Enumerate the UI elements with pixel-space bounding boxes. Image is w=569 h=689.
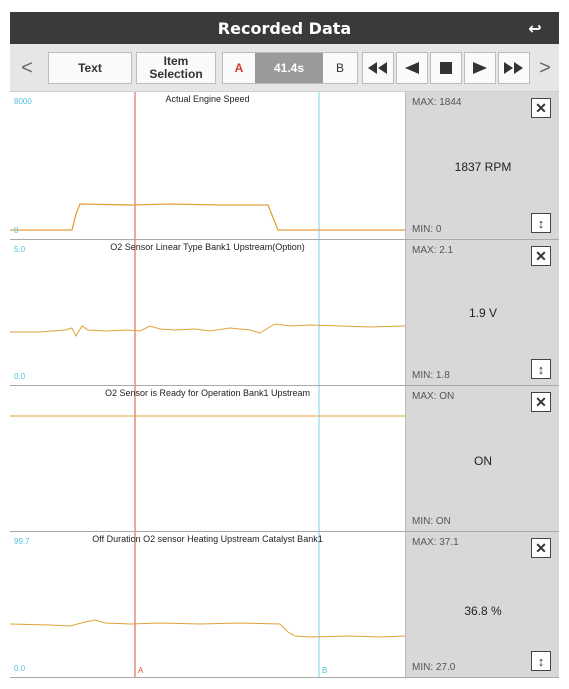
max-value: MAX: 1844 — [412, 97, 462, 108]
current-value: 1837 RPM — [454, 160, 512, 174]
graph-area: 99.7 0.0 Off Duration O2 sensor Heating … — [10, 532, 405, 677]
graph-title: O2 Sensor is Ready for Operation Bank1 U… — [104, 388, 311, 398]
rewind-icon[interactable] — [362, 52, 394, 84]
value-sidebar: MAX: 1844 1837 RPM MIN: 0 ✕ ↕ — [405, 92, 559, 239]
step-back-icon[interactable] — [396, 52, 428, 84]
y-axis-min: 0.0 — [14, 372, 26, 381]
scale-icon[interactable]: ↕ — [531, 213, 551, 233]
engine-speed-graph — [10, 92, 405, 239]
close-icon[interactable]: ✕ — [531, 246, 551, 266]
ab-cursor-control: A 41.4s B — [222, 52, 358, 84]
graph-title: Actual Engine Speed — [165, 94, 250, 104]
graph-area: O2 Sensor is Ready for Operation Bank1 U… — [10, 386, 405, 531]
y-axis-min: 0.0 — [14, 664, 26, 673]
data-panel-engine-speed: 8000 0 Actual Engine Speed MAX: 1844 183… — [10, 92, 559, 240]
data-panel-o2-linear: 5.0 0.0 O2 Sensor Linear Type Bank1 Upst… — [10, 240, 559, 386]
current-value: 36.8 % — [464, 604, 502, 618]
min-value: MIN: ON — [412, 516, 451, 527]
max-value: MAX: 2.1 — [412, 245, 454, 256]
fast-forward-icon[interactable] — [498, 52, 530, 84]
scale-icon[interactable]: ↕ — [531, 651, 551, 671]
cursor-b-label: B — [322, 666, 328, 675]
next-page-button[interactable]: > — [532, 52, 558, 84]
current-value: ON — [474, 454, 492, 468]
play-icon[interactable] — [464, 52, 496, 84]
graph-area: 5.0 0.0 O2 Sensor Linear Type Bank1 Upst… — [10, 240, 405, 385]
time-readout: 41.4s — [255, 53, 323, 83]
item-selection-button[interactable]: Item Selection — [136, 52, 216, 84]
o2-linear-graph — [10, 240, 405, 385]
value-sidebar: MAX: 37.1 36.8 % MIN: 27.0 ✕ ↕ — [405, 532, 559, 677]
graph-title: Off Duration O2 sensor Heating Upstream … — [92, 534, 323, 544]
current-value: 1.9 V — [468, 306, 498, 320]
stop-icon[interactable] — [430, 52, 462, 84]
back-arrow-icon[interactable]: ↩ — [521, 16, 549, 40]
min-value: MIN: 0 — [412, 224, 442, 235]
data-panel-o2-heating: 99.7 0.0 Off Duration O2 sensor Heating … — [10, 532, 559, 678]
cursor-a-button[interactable]: A — [223, 53, 255, 83]
scale-icon[interactable]: ↕ — [531, 359, 551, 379]
max-value: MAX: ON — [412, 391, 455, 402]
page-title: Recorded Data — [217, 18, 352, 38]
toolbar: < Text Item Selection A 41.4s B > — [10, 44, 559, 92]
value-sidebar: MAX: 2.1 1.9 V MIN: 1.8 ✕ ↕ — [405, 240, 559, 385]
y-axis-min: 0 — [14, 226, 19, 235]
max-value: MAX: 37.1 — [412, 537, 459, 548]
text-button[interactable]: Text — [48, 52, 132, 84]
title-bar: Recorded Data ↩ — [10, 12, 559, 44]
o2-heating-graph — [10, 532, 405, 677]
graph-title: O2 Sensor Linear Type Bank1 Upstream(Opt… — [110, 242, 305, 252]
close-icon[interactable]: ✕ — [531, 392, 551, 412]
data-panel-o2-ready: O2 Sensor is Ready for Operation Bank1 U… — [10, 386, 559, 532]
value-sidebar: MAX: ON ON MIN: ON ✕ — [405, 386, 559, 531]
prev-page-button[interactable]: < — [14, 52, 40, 84]
close-icon[interactable]: ✕ — [531, 98, 551, 118]
cursor-a-label: A — [138, 666, 144, 675]
close-icon[interactable]: ✕ — [531, 538, 551, 558]
cursor-b-button[interactable]: B — [323, 53, 357, 83]
min-value: MIN: 27.0 — [412, 662, 456, 673]
min-value: MIN: 1.8 — [412, 370, 450, 381]
graph-area: 8000 0 Actual Engine Speed — [10, 92, 405, 239]
o2-ready-graph — [10, 386, 405, 531]
